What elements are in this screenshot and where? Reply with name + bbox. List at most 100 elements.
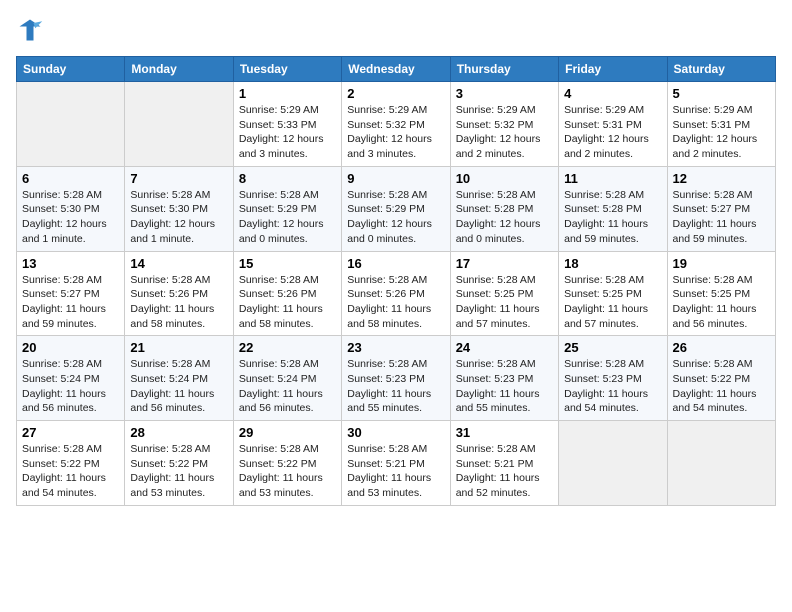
calendar-week-3: 13 Sunrise: 5:28 AM Sunset: 5:27 PM Dayli…: [17, 251, 776, 336]
calendar-cell: 27 Sunrise: 5:28 AM Sunset: 5:22 PM Dayli…: [17, 421, 125, 506]
calendar-cell: 23 Sunrise: 5:28 AM Sunset: 5:23 PM Dayli…: [342, 336, 450, 421]
day-info: Sunrise: 5:28 AM Sunset: 5:27 PM Dayligh…: [673, 188, 770, 247]
day-info: Sunrise: 5:28 AM Sunset: 5:25 PM Dayligh…: [564, 273, 661, 332]
day-info: Sunrise: 5:28 AM Sunset: 5:21 PM Dayligh…: [347, 442, 444, 501]
calendar-cell: 14 Sunrise: 5:28 AM Sunset: 5:26 PM Dayli…: [125, 251, 233, 336]
day-number: 31: [456, 425, 553, 440]
day-number: 30: [347, 425, 444, 440]
day-number: 21: [130, 340, 227, 355]
day-info: Sunrise: 5:28 AM Sunset: 5:23 PM Dayligh…: [564, 357, 661, 416]
day-info: Sunrise: 5:28 AM Sunset: 5:22 PM Dayligh…: [130, 442, 227, 501]
day-info: Sunrise: 5:29 AM Sunset: 5:31 PM Dayligh…: [673, 103, 770, 162]
calendar-cell: 1Sunrise: 5:29 AM Sunset: 5:33 PM Daylig…: [233, 82, 341, 167]
day-info: Sunrise: 5:28 AM Sunset: 5:29 PM Dayligh…: [239, 188, 336, 247]
calendar-cell: 2 Sunrise: 5:29 AM Sunset: 5:32 PM Daylig…: [342, 82, 450, 167]
page-header: [16, 16, 776, 44]
calendar-cell: 4Sunrise: 5:29 AM Sunset: 5:31 PM Daylig…: [559, 82, 667, 167]
calendar-cell: 18 Sunrise: 5:28 AM Sunset: 5:25 PM Dayli…: [559, 251, 667, 336]
day-info: Sunrise: 5:29 AM Sunset: 5:32 PM Dayligh…: [347, 103, 444, 162]
calendar-week-1: 1Sunrise: 5:29 AM Sunset: 5:33 PM Daylig…: [17, 82, 776, 167]
calendar-cell: 10 Sunrise: 5:28 AM Sunset: 5:28 PM Dayli…: [450, 166, 558, 251]
day-info: Sunrise: 5:28 AM Sunset: 5:29 PM Dayligh…: [347, 188, 444, 247]
day-number: 17: [456, 256, 553, 271]
day-number: 1: [239, 86, 336, 101]
day-number: 12: [673, 171, 770, 186]
day-info: Sunrise: 5:28 AM Sunset: 5:27 PM Dayligh…: [22, 273, 119, 332]
day-number: 24: [456, 340, 553, 355]
calendar-cell: 7Sunrise: 5:28 AM Sunset: 5:30 PM Daylig…: [125, 166, 233, 251]
day-info: Sunrise: 5:28 AM Sunset: 5:28 PM Dayligh…: [564, 188, 661, 247]
calendar-header-row: SundayMondayTuesdayWednesdayThursdayFrid…: [17, 57, 776, 82]
day-info: Sunrise: 5:28 AM Sunset: 5:25 PM Dayligh…: [673, 273, 770, 332]
day-number: 25: [564, 340, 661, 355]
day-number: 23: [347, 340, 444, 355]
calendar-cell: [125, 82, 233, 167]
day-number: 5: [673, 86, 770, 101]
day-info: Sunrise: 5:28 AM Sunset: 5:26 PM Dayligh…: [239, 273, 336, 332]
day-info: Sunrise: 5:28 AM Sunset: 5:26 PM Dayligh…: [347, 273, 444, 332]
day-info: Sunrise: 5:29 AM Sunset: 5:31 PM Dayligh…: [564, 103, 661, 162]
day-number: 20: [22, 340, 119, 355]
day-info: Sunrise: 5:28 AM Sunset: 5:22 PM Dayligh…: [673, 357, 770, 416]
calendar-header-tuesday: Tuesday: [233, 57, 341, 82]
calendar-cell: 24 Sunrise: 5:28 AM Sunset: 5:23 PM Dayli…: [450, 336, 558, 421]
calendar-cell: 31 Sunrise: 5:28 AM Sunset: 5:21 PM Dayli…: [450, 421, 558, 506]
calendar-table: SundayMondayTuesdayWednesdayThursdayFrid…: [16, 56, 776, 506]
day-number: 6: [22, 171, 119, 186]
calendar-cell: 25 Sunrise: 5:28 AM Sunset: 5:23 PM Dayli…: [559, 336, 667, 421]
day-info: Sunrise: 5:28 AM Sunset: 5:26 PM Dayligh…: [130, 273, 227, 332]
calendar-header-thursday: Thursday: [450, 57, 558, 82]
calendar-cell: 16 Sunrise: 5:28 AM Sunset: 5:26 PM Dayli…: [342, 251, 450, 336]
day-info: Sunrise: 5:28 AM Sunset: 5:30 PM Dayligh…: [130, 188, 227, 247]
calendar-cell: [559, 421, 667, 506]
day-number: 11: [564, 171, 661, 186]
calendar-header-wednesday: Wednesday: [342, 57, 450, 82]
day-info: Sunrise: 5:28 AM Sunset: 5:24 PM Dayligh…: [22, 357, 119, 416]
day-info: Sunrise: 5:28 AM Sunset: 5:21 PM Dayligh…: [456, 442, 553, 501]
calendar-cell: 28 Sunrise: 5:28 AM Sunset: 5:22 PM Dayli…: [125, 421, 233, 506]
day-number: 10: [456, 171, 553, 186]
calendar-header-sunday: Sunday: [17, 57, 125, 82]
calendar-week-4: 20 Sunrise: 5:28 AM Sunset: 5:24 PM Dayli…: [17, 336, 776, 421]
day-number: 28: [130, 425, 227, 440]
calendar-cell: 15 Sunrise: 5:28 AM Sunset: 5:26 PM Dayli…: [233, 251, 341, 336]
calendar-cell: 3Sunrise: 5:29 AM Sunset: 5:32 PM Daylig…: [450, 82, 558, 167]
day-number: 15: [239, 256, 336, 271]
calendar-cell: [667, 421, 775, 506]
calendar-header-friday: Friday: [559, 57, 667, 82]
calendar-header-saturday: Saturday: [667, 57, 775, 82]
day-info: Sunrise: 5:28 AM Sunset: 5:23 PM Dayligh…: [456, 357, 553, 416]
calendar-body: 1Sunrise: 5:29 AM Sunset: 5:33 PM Daylig…: [17, 82, 776, 506]
day-number: 27: [22, 425, 119, 440]
calendar-week-5: 27 Sunrise: 5:28 AM Sunset: 5:22 PM Dayli…: [17, 421, 776, 506]
logo: [16, 16, 48, 44]
day-number: 8: [239, 171, 336, 186]
calendar-cell: 12 Sunrise: 5:28 AM Sunset: 5:27 PM Dayli…: [667, 166, 775, 251]
day-number: 13: [22, 256, 119, 271]
day-info: Sunrise: 5:28 AM Sunset: 5:23 PM Dayligh…: [347, 357, 444, 416]
calendar-cell: 26 Sunrise: 5:28 AM Sunset: 5:22 PM Dayli…: [667, 336, 775, 421]
day-number: 26: [673, 340, 770, 355]
calendar-cell: 21Sunrise: 5:28 AM Sunset: 5:24 PM Dayli…: [125, 336, 233, 421]
day-number: 16: [347, 256, 444, 271]
day-number: 14: [130, 256, 227, 271]
calendar-header-monday: Monday: [125, 57, 233, 82]
calendar-cell: 22 Sunrise: 5:28 AM Sunset: 5:24 PM Dayli…: [233, 336, 341, 421]
calendar-cell: 30 Sunrise: 5:28 AM Sunset: 5:21 PM Dayli…: [342, 421, 450, 506]
calendar-cell: 20 Sunrise: 5:28 AM Sunset: 5:24 PM Dayli…: [17, 336, 125, 421]
day-number: 18: [564, 256, 661, 271]
day-info: Sunrise: 5:28 AM Sunset: 5:22 PM Dayligh…: [22, 442, 119, 501]
day-info: Sunrise: 5:28 AM Sunset: 5:22 PM Dayligh…: [239, 442, 336, 501]
day-info: Sunrise: 5:28 AM Sunset: 5:28 PM Dayligh…: [456, 188, 553, 247]
calendar-cell: 5 Sunrise: 5:29 AM Sunset: 5:31 PM Daylig…: [667, 82, 775, 167]
calendar-cell: 9 Sunrise: 5:28 AM Sunset: 5:29 PM Daylig…: [342, 166, 450, 251]
day-number: 29: [239, 425, 336, 440]
calendar-cell: 19Sunrise: 5:28 AM Sunset: 5:25 PM Dayli…: [667, 251, 775, 336]
day-info: Sunrise: 5:28 AM Sunset: 5:24 PM Dayligh…: [239, 357, 336, 416]
calendar-cell: 8 Sunrise: 5:28 AM Sunset: 5:29 PM Daylig…: [233, 166, 341, 251]
calendar-cell: 11 Sunrise: 5:28 AM Sunset: 5:28 PM Dayli…: [559, 166, 667, 251]
calendar-cell: 6Sunrise: 5:28 AM Sunset: 5:30 PM Daylig…: [17, 166, 125, 251]
day-number: 9: [347, 171, 444, 186]
day-number: 2: [347, 86, 444, 101]
day-number: 22: [239, 340, 336, 355]
